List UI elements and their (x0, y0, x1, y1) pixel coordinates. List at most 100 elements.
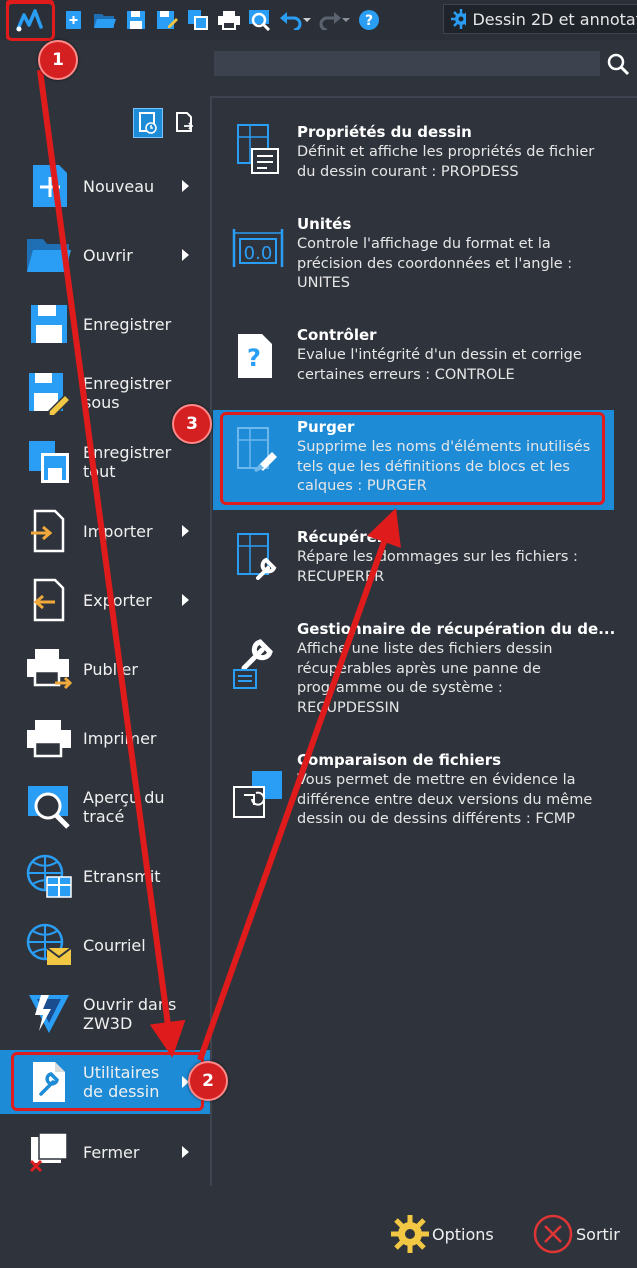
submenu-arrow-icon (182, 1146, 189, 1158)
submenu-item-description: Répare les dommages sur les fichiers : R… (297, 549, 578, 585)
submenu-item-description: Vous permet de mettre en évidence la dif… (297, 772, 593, 827)
submenu-item-drawing-properties[interactable]: Propriétés du dessin Définit et affiche … (214, 123, 614, 213)
units-icon: 0.0 (230, 223, 286, 279)
annotation-highlight-purge (220, 412, 605, 505)
undo-button[interactable] (277, 6, 313, 34)
print-icon (218, 11, 240, 30)
submenu-item-units[interactable]: 0.0 Unités Controle l'affichage du forma… (214, 215, 614, 305)
save-button[interactable] (122, 6, 150, 34)
redo-icon (319, 12, 350, 30)
help-button[interactable]: ? (355, 6, 383, 34)
svg-text:?: ? (365, 13, 373, 29)
file-compare-icon (230, 769, 286, 825)
submenu-item-description: Affiche une liste des fichiers dessin ré… (297, 641, 553, 716)
menu-item-open[interactable]: Ouvrir (0, 223, 210, 287)
exit-button[interactable]: Sortir (532, 1213, 620, 1255)
print-button[interactable] (215, 6, 243, 34)
menu-item-label: Ouvrir (83, 245, 133, 265)
save-all-icon (188, 10, 208, 30)
menu-item-email[interactable]: Courriel (0, 913, 210, 977)
export-icon (24, 575, 74, 625)
annotation-highlight-app-button (6, 1, 55, 41)
submenu-item-description: Controle l'affichage du format et la pré… (297, 236, 573, 291)
submenu-arrow-icon (182, 525, 189, 537)
new-icon (66, 11, 81, 29)
etransmit-icon (24, 851, 74, 901)
annotation-highlight-drawing-utilities (11, 1052, 204, 1111)
open-documents-icon (176, 112, 194, 132)
submenu-arrow-icon (182, 180, 189, 192)
search-icon (607, 53, 630, 76)
options-button[interactable]: Options (388, 1213, 494, 1255)
menu-item-close[interactable]: Fermer (0, 1120, 210, 1184)
submenu-item-title: Unités (297, 215, 352, 233)
submenu-arrow-icon (182, 249, 189, 261)
submenu-item-audit[interactable]: ? Contrôler Evalue l'intégrité d'un dess… (214, 326, 614, 406)
workspace-label: Dessin 2D et annotat (472, 9, 637, 29)
exit-label: Sortir (576, 1224, 620, 1244)
menu-item-open-in-zw3d[interactable]: Ouvrir dans ZW3D (0, 982, 210, 1046)
exit-icon (533, 1214, 573, 1254)
menu-item-etransmit[interactable]: Etransmit (0, 844, 210, 908)
menu-item-label: Enregistrer sous (83, 374, 172, 412)
submenu-item-description: Définit et affiche les propriétés de fic… (297, 144, 595, 180)
submenu-item-title: Contrôler (297, 326, 377, 344)
open-documents-toggle[interactable] (170, 108, 200, 138)
help-icon: ? (359, 10, 379, 30)
redo-button[interactable] (316, 6, 352, 34)
submenu-item-drawing-recovery-manager[interactable]: Gestionnaire de récupération du de... Af… (214, 620, 616, 730)
annotation-badge-1: 1 (38, 40, 78, 80)
options-label: Options (432, 1224, 494, 1244)
search-button[interactable] (604, 50, 632, 78)
svg-text:0.0: 0.0 (244, 243, 273, 264)
drawing-properties-icon (230, 123, 286, 179)
menu-item-label: Enregistrer (83, 314, 172, 334)
save-all-icon (24, 437, 74, 487)
import-icon (24, 506, 74, 556)
menu-item-label: Imprimer (83, 728, 157, 748)
audit-icon: ? (230, 330, 286, 386)
menu-item-new[interactable]: Nouveau (0, 154, 210, 218)
print-icon (24, 713, 74, 763)
menu-item-label: Importer (83, 521, 153, 541)
menu-item-label: Fermer (83, 1142, 140, 1162)
save-as-icon (157, 11, 178, 29)
recent-documents-toggle[interactable] (133, 108, 163, 138)
menu-item-export[interactable]: Exporter (0, 568, 210, 632)
search-input[interactable] (214, 51, 600, 76)
submenu-item-file-compare[interactable]: Comparaison de fichiers Vous permet de m… (214, 751, 614, 861)
annotation-badge-2: 2 (188, 1061, 228, 1101)
gear-icon (391, 1215, 429, 1253)
publish-icon (24, 644, 74, 694)
plot-preview-button[interactable] (246, 6, 274, 34)
close-document-icon (24, 1127, 74, 1177)
new-icon (24, 161, 74, 211)
recovery-manager-icon (230, 634, 286, 690)
submenu-item-description: Evalue l'intégrité d'un dessin et corrig… (297, 347, 582, 383)
menu-item-print[interactable]: Imprimer (0, 706, 210, 770)
preview-icon (249, 10, 271, 31)
recover-icon (230, 532, 286, 588)
submenu-item-title: Gestionnaire de récupération du de... (297, 620, 616, 638)
submenu-item-title: Comparaison de fichiers (297, 751, 502, 769)
workspace-selector[interactable]: Dessin 2D et annotat (443, 4, 637, 34)
menu-item-save[interactable]: Enregistrer (0, 292, 210, 356)
open-button[interactable] (91, 6, 119, 34)
menu-item-label: Publier (83, 659, 138, 679)
email-icon (24, 920, 74, 970)
menu-item-plot-preview[interactable]: Aperçu du tracé (0, 775, 210, 839)
menu-item-label: Etransmit (83, 866, 161, 886)
menu-item-label: Aperçu du tracé (83, 788, 165, 826)
menu-item-import[interactable]: Importer (0, 499, 210, 563)
recent-documents-icon (139, 112, 157, 134)
save-as-button[interactable] (153, 6, 181, 34)
save-all-button[interactable] (184, 6, 212, 34)
menu-item-label: Nouveau (83, 176, 155, 196)
svg-text:?: ? (247, 344, 261, 372)
menu-item-publish[interactable]: Publier (0, 637, 210, 701)
menu-item-label: Courriel (83, 935, 146, 955)
submenu-item-recover[interactable]: Récupérer Répare les dommages sur les fi… (214, 528, 614, 608)
new-button[interactable] (60, 6, 88, 34)
save-as-icon (24, 368, 74, 418)
plot-preview-icon (24, 782, 74, 832)
